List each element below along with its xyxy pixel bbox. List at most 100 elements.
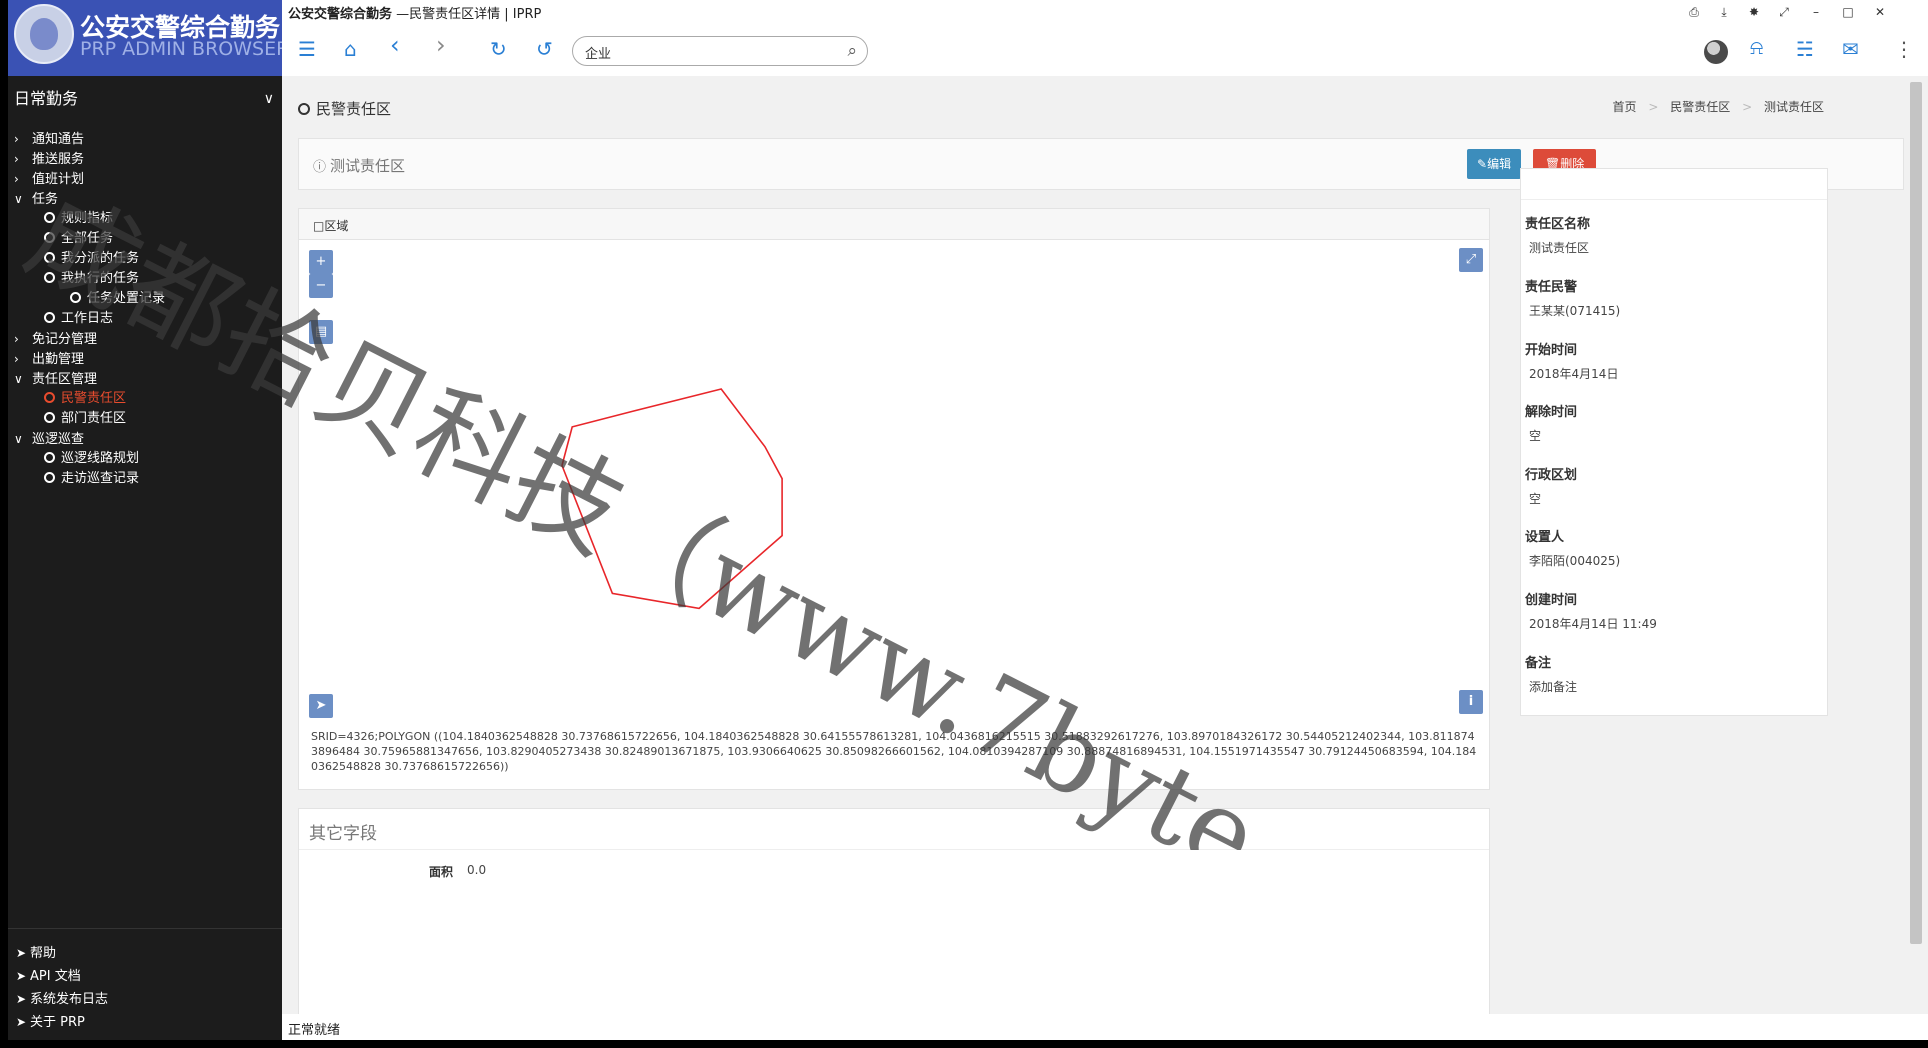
toolbar: ☰ ⌂ ‹ › ↻ ↺ ⌕ ⍾ ☵ ✉ ⋮ (282, 24, 1928, 76)
circle-icon (44, 272, 55, 283)
back-icon[interactable]: ‹ (390, 33, 400, 57)
status-bar: 正常就绪 (282, 1014, 1928, 1040)
zoom-in-icon[interactable]: + (309, 250, 333, 274)
sidebar-section-title: 日常勤务 (14, 89, 79, 108)
other-fields-panel: 其它字段 面积 0.0 (298, 808, 1490, 1018)
scrollbar-thumb[interactable] (1910, 82, 1922, 944)
download-icon[interactable]: ⤓ (1712, 2, 1736, 22)
detail-value-name: 测试责任区 (1529, 241, 1590, 255)
sidebar-item-visit-records[interactable]: 走访巡查记录 (44, 468, 139, 490)
chevron-down-icon: ∨ (14, 372, 23, 386)
brand-subtitle: PRP ADMIN BROWSER (80, 38, 282, 60)
police-badge-logo (14, 4, 74, 64)
circle-icon (44, 232, 55, 243)
maximize-icon[interactable]: □ (1836, 2, 1860, 22)
map-canvas[interactable]: + − ▤ ⤢ ➤ i (299, 240, 1489, 722)
circle-icon (44, 412, 55, 423)
sidebar-item-task-records[interactable]: 任务处置记录 (70, 288, 165, 310)
arrow-circle-right-icon: ➤ (16, 992, 27, 1006)
detail-label-created: 创建时间 (1525, 593, 1578, 608)
search-box[interactable]: ⌕ (572, 36, 868, 66)
circle-icon (44, 212, 55, 223)
sidebar-item-dept-zone[interactable]: 部门责任区 (44, 408, 126, 430)
brand-header: 公安交警综合勤务 PRP ADMIN BROWSER (8, 0, 282, 76)
circle-icon (44, 452, 55, 463)
detail-value-officer: 王某某(071415) (1529, 304, 1621, 318)
area-label: 面积 (429, 865, 454, 879)
detail-value-setter: 李陌陌(004025) (1529, 554, 1621, 568)
window-titlebar: 公安交警综合勤务 —民警责任区详情 | IPRP ⎙ ⤓ ✸ ⤢ – □ ✕ (282, 0, 1928, 24)
search-input[interactable] (583, 42, 827, 62)
sidebar-item-officer-zone[interactable]: 民警责任区 (44, 388, 126, 410)
map-panel: □区域 + − ▤ ⤢ ➤ i SRID=4326;POLYGON ((104.… (298, 208, 1490, 790)
sidebar: 日常勤务 ∨ › 通知通告 › 推送服务 › 值班计划 ∨ 任务 规则指标 全部任务 我… (8, 76, 282, 1040)
print-icon[interactable]: ⎙ (1682, 2, 1706, 22)
chat-icon[interactable]: ☵ (1796, 38, 1814, 60)
search-icon[interactable]: ⌕ (847, 41, 857, 61)
other-fields-title: 其它字段 (309, 824, 377, 844)
fullscreen-icon[interactable]: ⤢ (1459, 248, 1483, 272)
page-title: 民警责任区 (298, 98, 391, 119)
avatar[interactable] (1704, 40, 1728, 64)
chevron-down-icon: ∨ (263, 91, 274, 107)
responsibility-zone-polygon[interactable] (561, 388, 783, 610)
refresh-icon[interactable]: ↻ (490, 38, 507, 60)
status-text: 正常就绪 (288, 1023, 341, 1038)
locate-icon[interactable]: ➤ (309, 694, 333, 718)
detail-value-release: 空 (1529, 429, 1542, 443)
bell-icon[interactable]: ⍾ (1750, 36, 1763, 58)
map-svg (561, 388, 783, 610)
more-icon[interactable]: ⋮ (1894, 38, 1914, 60)
breadcrumb-officer-zone[interactable]: 民警责任区 (1670, 100, 1730, 114)
detail-label-region: 行政区划 (1525, 468, 1578, 483)
sidebar-item-assigned-tasks[interactable]: 我分派的任务 (44, 248, 139, 270)
vertical-scrollbar[interactable] (1906, 76, 1928, 1014)
window-title: 公安交警综合勤务 —民警责任区详情 | IPRP (288, 7, 542, 22)
arrow-circle-right-icon: ➤ (16, 1015, 27, 1029)
breadcrumb: 首页 > 民警责任区 > 测试责任区 (1612, 100, 1824, 114)
arrow-circle-right-icon: ➤ (16, 946, 27, 960)
chevron-right-icon: › (14, 332, 19, 346)
sidebar-item-rules[interactable]: 规则指标 (44, 208, 113, 230)
main-content: 民警责任区 首页 > 民警责任区 > 测试责任区 ⓘ 测试责任区 ✎编辑 🗑删除 … (282, 76, 1906, 1018)
detail-label-setter: 设置人 (1525, 530, 1565, 545)
sidebar-section-daily[interactable]: 日常勤务 ∨ (8, 76, 282, 122)
sidebar-footer-release-log[interactable]: ➤ 系统发布日志 (16, 988, 108, 1011)
circle-icon (44, 312, 55, 323)
sidebar-item-all-tasks[interactable]: 全部任务 (44, 228, 113, 250)
home-icon[interactable]: ⌂ (344, 38, 357, 60)
details-panel: 责任区名称 测试责任区 责任民警 王某某(071415) 开始时间 2018年4… (1520, 168, 1828, 716)
chevron-right-icon: › (14, 172, 19, 186)
zoom-out-icon[interactable]: − (309, 274, 333, 298)
polygon-wkt-text: SRID=4326;POLYGON ((104.1840362548828 30… (311, 730, 1477, 773)
other-fields-divider (299, 849, 1489, 850)
detail-value-remark: 添加备注 (1529, 680, 1578, 694)
sidebar-item-executed-tasks[interactable]: 我执行的任务 (44, 268, 139, 290)
history-icon[interactable]: ↺ (536, 38, 553, 60)
pencil-icon: ✎ (1477, 157, 1488, 171)
circle-icon (44, 472, 55, 483)
bug-icon[interactable]: ✸ (1742, 2, 1766, 22)
taskbar-strip (0, 1040, 1928, 1048)
detail-value-start: 2018年4月14日 (1529, 367, 1619, 381)
menu-icon[interactable]: ☰ (298, 38, 316, 60)
chevron-right-icon: › (14, 132, 19, 146)
map-icon: □ (313, 219, 325, 233)
forward-icon[interactable]: › (436, 33, 446, 57)
edit-button[interactable]: ✎编辑 (1467, 149, 1522, 179)
sidebar-footer-api-docs[interactable]: ➤ API 文档 (16, 965, 81, 988)
detail-value-region: 空 (1529, 492, 1542, 506)
expand-icon[interactable]: ⤢ (1772, 2, 1796, 22)
sidebar-item-patrol-route[interactable]: 巡逻线路规划 (44, 448, 139, 470)
breadcrumb-home[interactable]: 首页 (1613, 100, 1637, 114)
circle-icon (70, 292, 81, 303)
clear-shape-icon[interactable]: ▤ (309, 320, 333, 344)
info-icon[interactable]: i (1459, 690, 1483, 714)
sidebar-footer-about[interactable]: ➤ 关于 PRP (16, 1011, 85, 1034)
sidebar-footer-help[interactable]: ➤ 帮助 (16, 942, 56, 965)
sidebar-divider (8, 928, 282, 929)
mail-icon[interactable]: ✉ (1842, 38, 1859, 60)
sidebar-item-work-log[interactable]: 工作日志 (44, 308, 113, 330)
close-icon[interactable]: ✕ (1868, 2, 1892, 22)
minimize-icon[interactable]: – (1804, 2, 1828, 22)
